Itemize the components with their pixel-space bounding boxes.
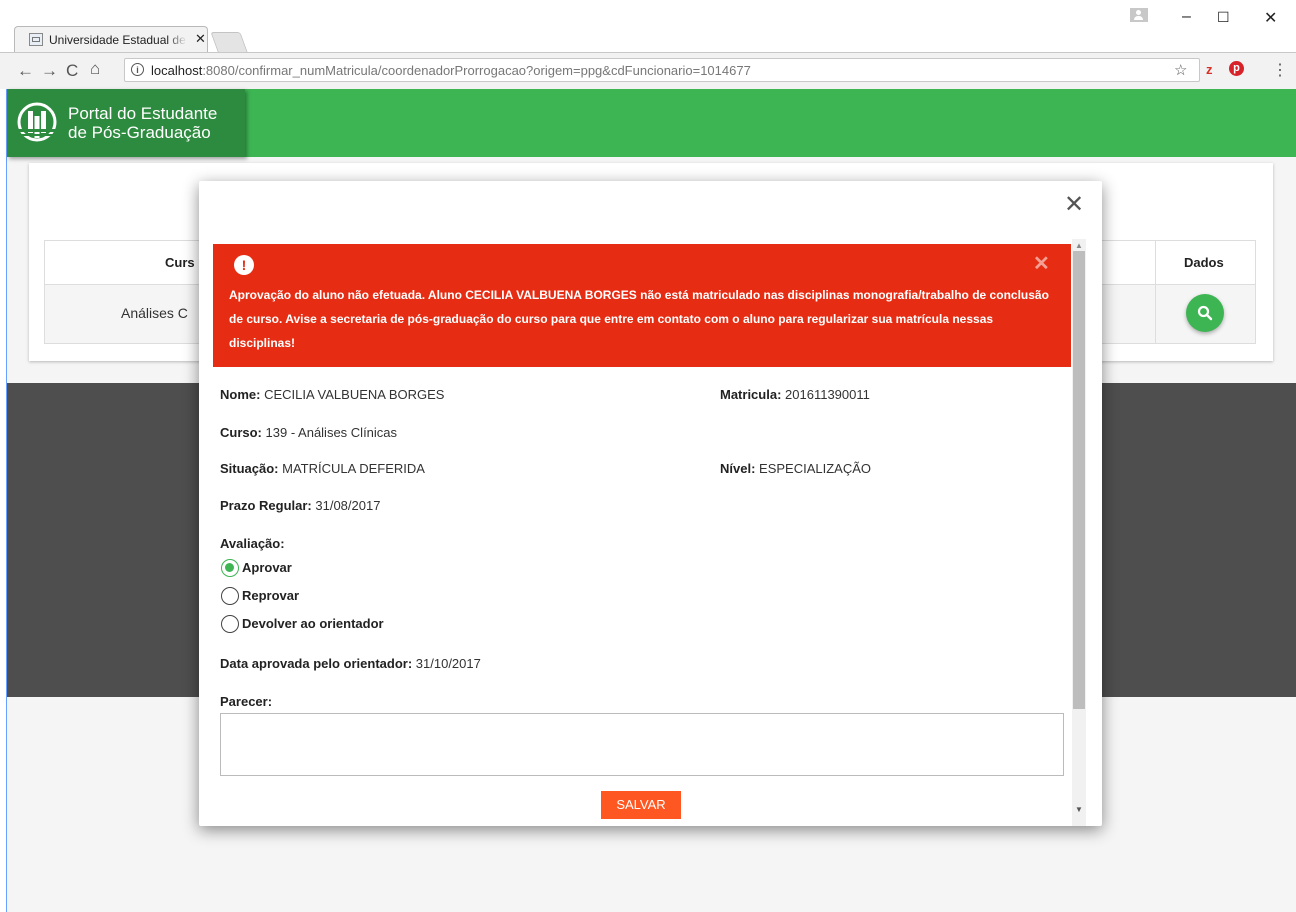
scroll-down-arrow-icon[interactable]: ▼ xyxy=(1075,805,1083,814)
field-nivel: Nível: ESPECIALIZAÇÃO xyxy=(720,461,872,476)
reload-icon[interactable]: C xyxy=(66,61,78,81)
field-situacao: Situação: MATRÍCULA DEFERIDA xyxy=(220,461,425,476)
back-arrow-icon[interactable]: ← xyxy=(17,61,34,81)
browser-tab[interactable]: Universidade Estadual de Londrina ✕ xyxy=(14,26,208,52)
parecer-label: Parecer: xyxy=(220,694,273,709)
tab-title: Universidade Estadual de Londrina xyxy=(49,33,187,47)
window-close-icon[interactable]: ✕ xyxy=(1264,8,1277,28)
profile-icon[interactable] xyxy=(1130,8,1148,22)
avaliacao-label: Avaliação: xyxy=(220,536,285,551)
parecer-textarea[interactable] xyxy=(220,713,1064,776)
alert-exclamation-icon: ! xyxy=(234,255,254,275)
radio-unchecked-icon xyxy=(221,615,239,633)
new-tab-button[interactable] xyxy=(210,32,248,52)
page-favicon-icon xyxy=(29,33,43,46)
url-text: localhost:8080/confirmar_numMatricula/co… xyxy=(151,63,751,78)
university-logo-icon xyxy=(17,102,57,142)
field-nome: Nome: CECILIA VALBUENA BORGES xyxy=(220,387,445,402)
address-bar[interactable]: i localhost:8080/confirmar_numMatricula/… xyxy=(124,58,1200,82)
scrollbar-thumb[interactable] xyxy=(1073,251,1085,709)
cell-curso: Análises C xyxy=(121,305,188,321)
column-dados: Dados xyxy=(1184,255,1224,270)
radio-checked-icon xyxy=(221,559,239,577)
error-alert: ! ✕ Aprovação do aluno não efetuada. Alu… xyxy=(213,244,1071,367)
field-prazo-regular: Prazo Regular: 31/08/2017 xyxy=(220,498,381,513)
column-curso: Curs xyxy=(165,255,195,270)
modal-close-icon[interactable]: ✕ xyxy=(1064,193,1084,217)
field-matricula: Matricula: 201611390011 xyxy=(720,387,870,402)
view-data-button[interactable] xyxy=(1186,294,1224,332)
save-button[interactable]: SALVAR xyxy=(601,791,681,819)
search-icon xyxy=(1197,305,1213,321)
alert-message: Aprovação do aluno não efetuada. Aluno C… xyxy=(229,288,1049,350)
browser-menu-icon[interactable]: ⋮ xyxy=(1272,60,1288,80)
zotero-extension-icon[interactable]: z xyxy=(1206,62,1213,77)
dados-column: Dados xyxy=(1155,241,1256,343)
browser-toolbar: ← → C ⌂ i localhost:8080/confirmar_numMa… xyxy=(0,52,1296,89)
field-curso: Curso: 139 - Análises Clínicas xyxy=(220,425,398,440)
maximize-icon[interactable]: ☐ xyxy=(1217,9,1230,26)
evaluation-modal: ✕ ! ✕ Aprovação do aluno não efetuada. A… xyxy=(199,181,1102,826)
minimize-icon[interactable]: – xyxy=(1182,8,1191,26)
field-data-aprovada: Data aprovada pelo orientador: 31/10/201… xyxy=(220,656,481,671)
forward-arrow-icon[interactable]: → xyxy=(41,61,58,81)
modal-scrollbar[interactable]: ▲ ▼ xyxy=(1072,239,1086,826)
info-icon[interactable]: i xyxy=(131,63,144,76)
browser-tabstrip: Universidade Estadual de Londrina ✕ – ☐ … xyxy=(0,0,1296,52)
alert-close-icon[interactable]: ✕ xyxy=(1033,254,1050,274)
home-icon[interactable]: ⌂ xyxy=(90,59,100,79)
app-header: Portal do Estudante de Pós-Graduação xyxy=(7,89,1296,157)
pinterest-extension-icon[interactable]: p xyxy=(1229,61,1244,76)
scroll-up-arrow-icon[interactable]: ▲ xyxy=(1075,241,1083,250)
tab-close-icon[interactable]: ✕ xyxy=(195,31,206,47)
radio-unchecked-icon xyxy=(221,587,239,605)
portal-brand[interactable]: Portal do Estudante de Pós-Graduação xyxy=(7,89,245,157)
bookmark-star-icon[interactable]: ☆ xyxy=(1174,61,1187,79)
portal-title: Portal do Estudante de Pós-Graduação xyxy=(68,104,218,142)
